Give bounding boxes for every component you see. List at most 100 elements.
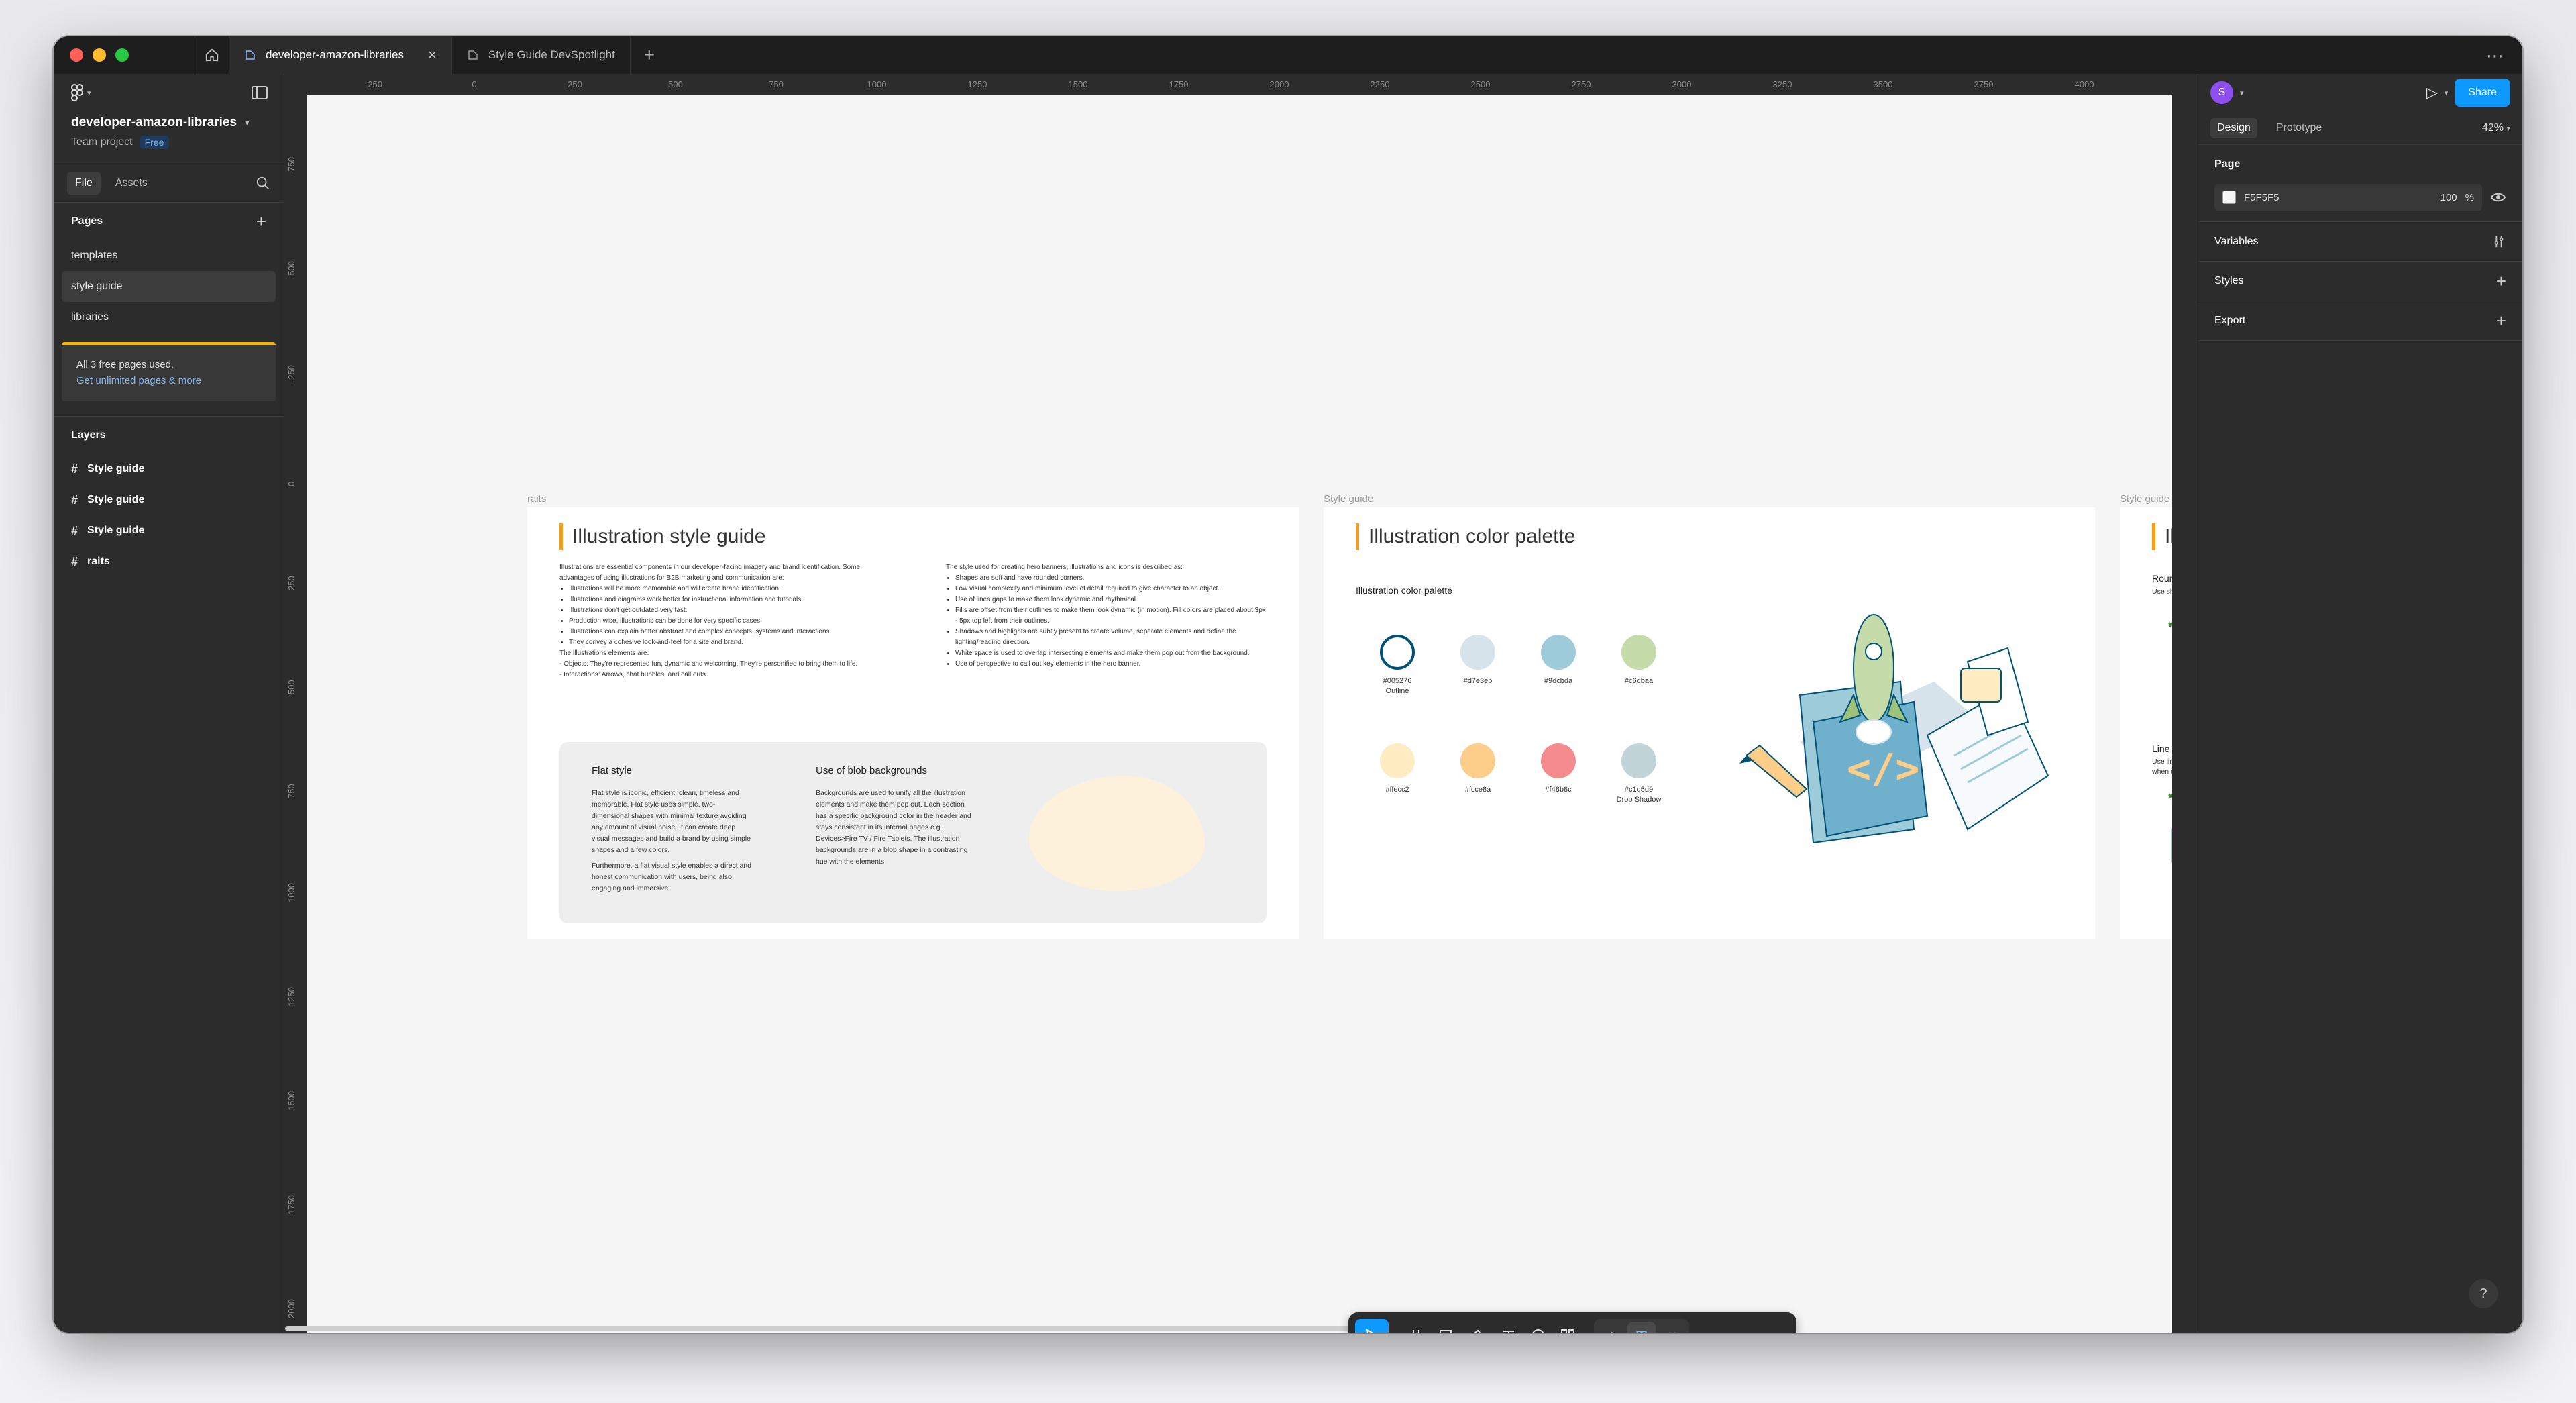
layer-item[interactable]: # Style guide xyxy=(54,454,284,484)
ruler-tick-label: 250 xyxy=(286,576,297,590)
variables-header[interactable]: Variables xyxy=(2214,222,2506,261)
shape-tool[interactable]: ▾ xyxy=(1437,1319,1462,1333)
layer-label: Style guide xyxy=(87,494,145,505)
tab-file[interactable]: File xyxy=(67,172,101,195)
frame-illustration-style-guide[interactable]: Illustration style guide Illustrations a… xyxy=(527,507,1299,939)
chevron-down-icon[interactable]: ▾ xyxy=(2445,89,2449,97)
title-bar: developer-amazon-libraries × Style Guide… xyxy=(54,36,2522,74)
design-icon xyxy=(1636,1331,1647,1333)
pages-limit-notice: All 3 free pages used. Get unlimited pag… xyxy=(62,342,276,401)
flat-style-p1: Flat style is iconic, efficient, clean, … xyxy=(592,789,751,854)
chevron-down-icon[interactable]: ▾ xyxy=(1393,1319,1403,1333)
actions-tool[interactable] xyxy=(1555,1319,1580,1333)
horizontal-scrollbar[interactable] xyxy=(285,1326,1358,1331)
tab-design[interactable]: Design xyxy=(2210,117,2257,138)
file-name[interactable]: developer-amazon-libraries ▾ xyxy=(54,115,284,130)
home-button[interactable] xyxy=(195,36,229,74)
tab-assets[interactable]: Assets xyxy=(107,172,156,195)
notice-text: All 3 free pages used. xyxy=(76,359,174,370)
ruler-tick-label: 1000 xyxy=(286,883,297,902)
page-item-templates[interactable]: templates xyxy=(62,240,276,271)
canvas[interactable]: -250 0 250 500 750 1000 1250 1500 1750 2000 2250 25… xyxy=(285,74,2172,1333)
layer-item[interactable]: # Style guide xyxy=(54,484,284,515)
intro-text: Illustrations are essential components i… xyxy=(559,564,861,582)
page-color-field[interactable]: F5F5F5 100 % xyxy=(2214,184,2482,211)
layer-item[interactable]: # Style guide xyxy=(54,515,284,546)
pen-tool[interactable]: ▾ xyxy=(1466,1319,1492,1333)
minimize-window-button[interactable] xyxy=(93,48,106,62)
text-tool[interactable] xyxy=(1496,1319,1521,1333)
flat-style-title: Flat style xyxy=(592,765,633,776)
close-tab-icon[interactable]: × xyxy=(428,48,437,62)
pages-label: Pages xyxy=(71,215,103,227)
close-window-button[interactable] xyxy=(70,48,83,62)
styles-header[interactable]: Styles + xyxy=(2214,262,2506,301)
frame-tool[interactable]: ▾ xyxy=(1407,1319,1433,1333)
avatar[interactable]: S xyxy=(2210,81,2233,104)
layer-item[interactable]: # raits xyxy=(54,546,284,577)
tab-prototype[interactable]: Prototype xyxy=(2269,118,2328,138)
more-options-icon[interactable]: ⋯ xyxy=(2486,46,2505,66)
frame-label[interactable]: raits xyxy=(527,493,546,505)
chevron-down-icon[interactable]: ▾ xyxy=(2240,89,2244,97)
dev-mode-button[interactable] xyxy=(1658,1322,1686,1333)
upgrade-link[interactable]: Get unlimited pages & more xyxy=(76,373,261,389)
sliders-icon[interactable] xyxy=(2491,234,2506,249)
frame-label[interactable]: Style guide xyxy=(2120,493,2169,505)
ruler-tick-label: 3500 xyxy=(1873,79,1893,89)
share-button[interactable]: Share xyxy=(2455,79,2510,107)
frame-label[interactable]: Style guide xyxy=(1324,493,1373,505)
main-menu-button[interactable]: ▾ xyxy=(71,84,91,101)
design-mode-button[interactable] xyxy=(1627,1322,1656,1333)
line-gaps-desc-2: when elements are overlapp xyxy=(2152,768,2172,776)
present-icon[interactable]: ▷ xyxy=(2426,84,2438,101)
add-style-icon[interactable]: + xyxy=(2496,271,2506,292)
frame-illustration-color-palette[interactable]: Illustration color palette Illustration … xyxy=(1324,507,2095,939)
comment-tool[interactable] xyxy=(1525,1319,1551,1333)
page-item-style-guide[interactable]: style guide xyxy=(62,271,276,302)
ruler-tick-label: 750 xyxy=(286,784,297,798)
new-tab-button[interactable]: + xyxy=(631,36,668,74)
add-export-icon[interactable]: + xyxy=(2496,311,2506,331)
toggle-sidebar-icon[interactable] xyxy=(252,86,268,99)
color-swatch xyxy=(1541,743,1576,778)
frame-illustration-rules[interactable]: Illustration Rounded Corners and Use sha… xyxy=(2120,507,2172,939)
page-opacity-value[interactable]: 100 xyxy=(2440,192,2457,203)
sidebar-top: ▾ xyxy=(54,74,284,111)
maximize-window-button[interactable] xyxy=(115,48,129,62)
page-item-libraries[interactable]: libraries xyxy=(62,302,276,333)
tab-developer-amazon-libraries[interactable]: developer-amazon-libraries × xyxy=(229,36,452,74)
ruler-tick-label: 3750 xyxy=(1974,79,1994,89)
ruler-tick-label: 2000 xyxy=(1269,79,1289,89)
plan-badge[interactable]: Free xyxy=(139,136,170,149)
search-icon[interactable] xyxy=(256,176,270,191)
export-header[interactable]: Export + xyxy=(2214,301,2506,340)
eye-icon[interactable] xyxy=(2490,189,2506,205)
tab-label: developer-amazon-libraries xyxy=(266,48,404,61)
sidebar-tabs: File Assets xyxy=(54,164,284,203)
rectangle-icon xyxy=(1440,1330,1452,1333)
percent-label: % xyxy=(2465,191,2474,203)
frame-title: Illustration style guide xyxy=(559,523,766,550)
variables-label: Variables xyxy=(2214,236,2259,247)
clipboard-icon xyxy=(2171,828,2172,863)
text-icon xyxy=(1503,1331,1514,1333)
color-swatch[interactable] xyxy=(2222,191,2236,204)
add-page-icon[interactable]: + xyxy=(256,211,266,232)
flat-style-text: Flat style is iconic, efficient, clean, … xyxy=(592,788,753,894)
move-tool[interactable] xyxy=(1355,1319,1389,1333)
draw-mode-button[interactable] xyxy=(1597,1322,1625,1333)
frame-icon xyxy=(1413,1330,1420,1333)
rounded-corners-title: Rounded Corners and xyxy=(2152,573,2172,584)
ruler-tick-label: 3250 xyxy=(1772,79,1792,89)
file-icon xyxy=(468,50,478,60)
color-swatch xyxy=(1621,635,1656,670)
pages-header: Pages + xyxy=(54,203,284,240)
tab-style-guide-devspotlight[interactable]: Style Guide DevSpotlight xyxy=(452,36,631,74)
blob-title: Use of blob backgrounds xyxy=(816,765,927,776)
zoom-level[interactable]: 42% ▾ xyxy=(2482,122,2510,134)
help-button[interactable]: ? xyxy=(2469,1279,2498,1308)
export-label: Export xyxy=(2214,315,2246,326)
page-color-value[interactable]: F5F5F5 xyxy=(2244,192,2279,203)
swatch-hex: #d7e3eb xyxy=(1463,677,1493,685)
